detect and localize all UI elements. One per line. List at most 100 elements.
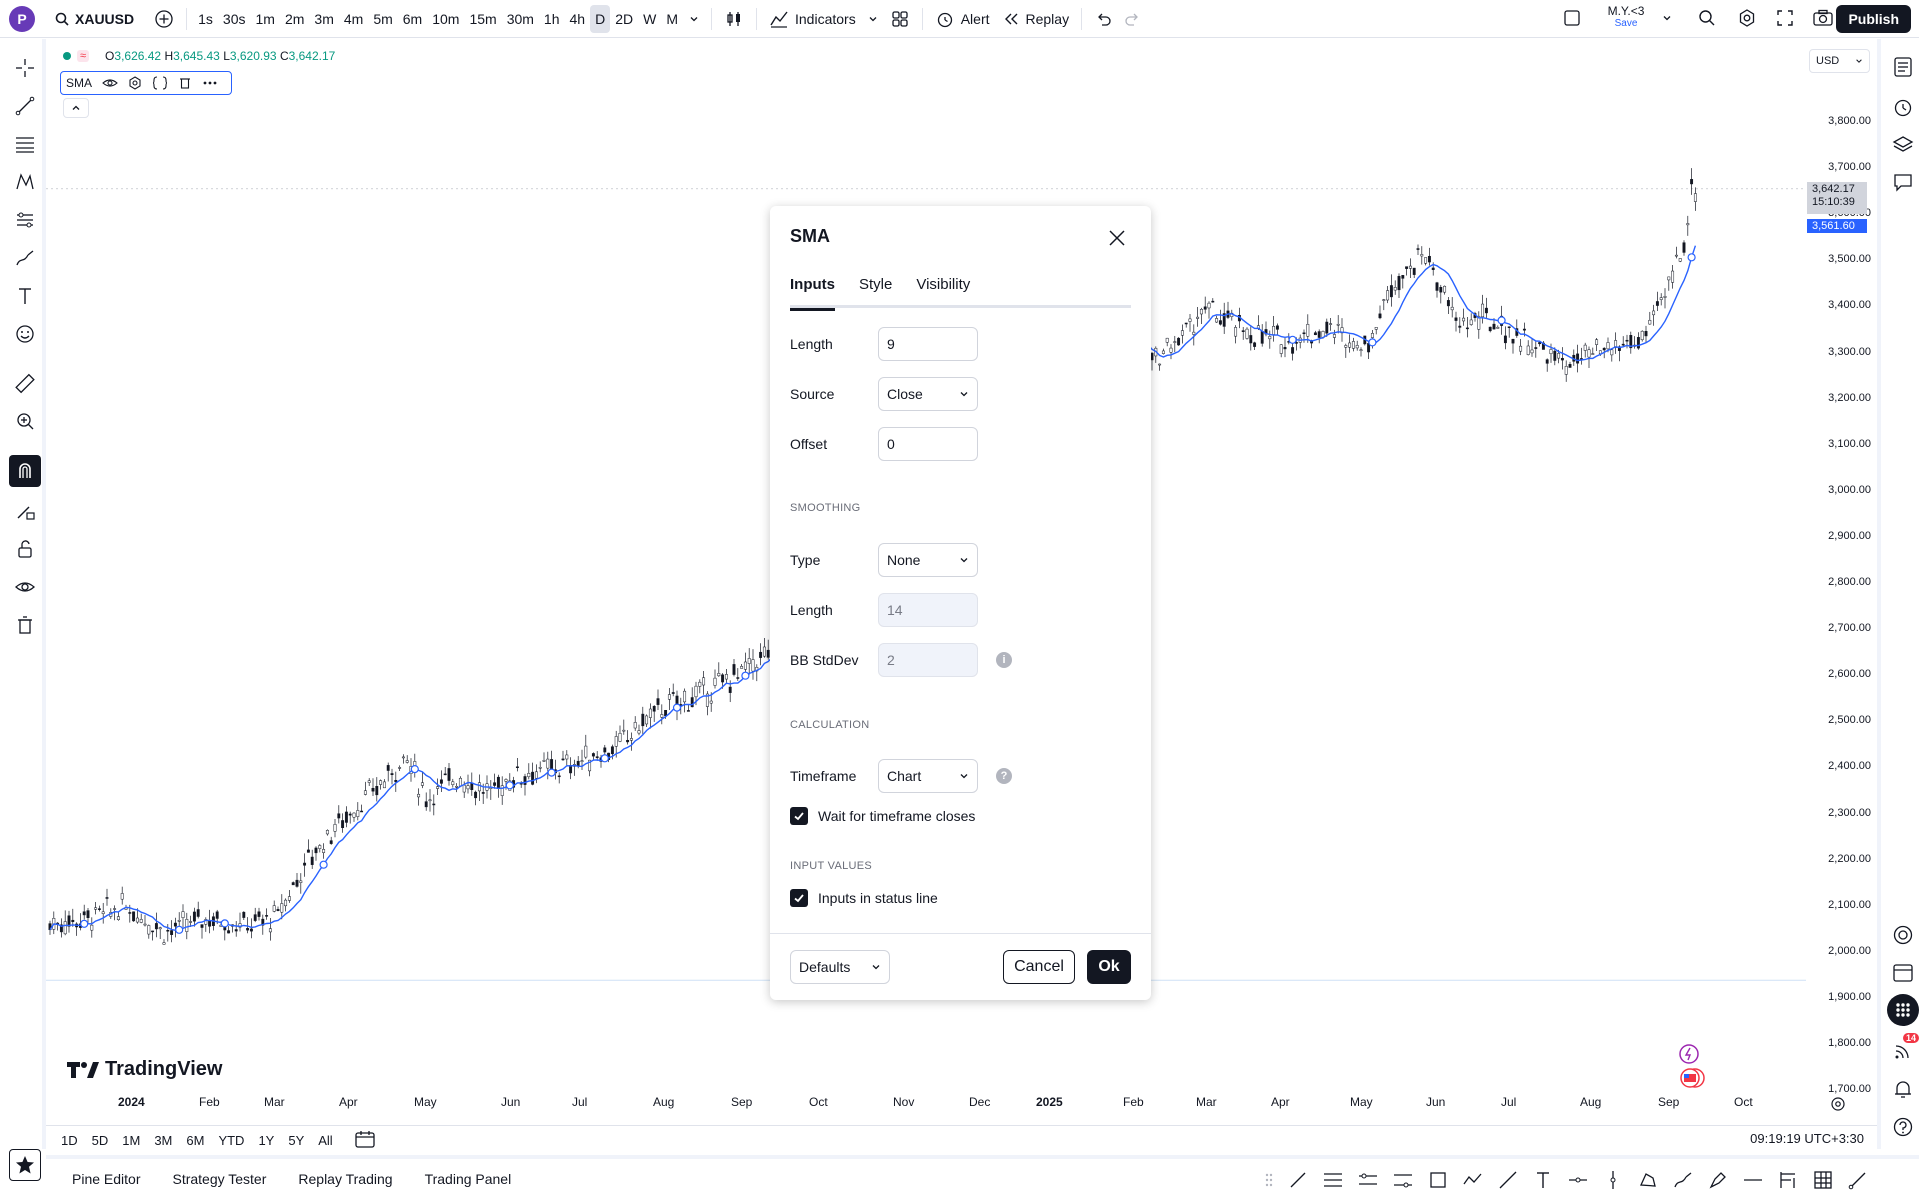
lock-drawings[interactable] bbox=[9, 533, 41, 565]
range-1m[interactable]: 1M bbox=[115, 1133, 147, 1148]
goto-date-button[interactable] bbox=[354, 1129, 376, 1152]
time-axis[interactable]: 2024 Feb Mar Apr May Jun Jul Aug Sep Oct Nov Dec 202… bbox=[46, 1095, 1806, 1115]
interval-6m[interactable]: 6m bbox=[398, 5, 427, 33]
indicators-button[interactable]: Indicators bbox=[763, 5, 862, 33]
ray-icon[interactable] bbox=[1497, 1169, 1519, 1191]
sma-handle[interactable] bbox=[741, 671, 750, 680]
info-icon[interactable]: i bbox=[996, 652, 1012, 668]
trend-line-icon[interactable] bbox=[1287, 1169, 1309, 1191]
object-tree-button[interactable] bbox=[1887, 129, 1919, 161]
sma-handle[interactable] bbox=[220, 919, 229, 928]
drag-handle-icon[interactable] bbox=[1264, 1171, 1274, 1189]
apps-button[interactable] bbox=[1887, 994, 1919, 1026]
length-input[interactable]: 9 bbox=[878, 327, 978, 361]
horizontal-ray-icon[interactable] bbox=[1567, 1169, 1589, 1191]
range-1d[interactable]: 1D bbox=[54, 1133, 85, 1148]
sma-handle[interactable] bbox=[505, 781, 514, 790]
trash-icon[interactable] bbox=[178, 76, 192, 90]
tab-style[interactable]: Style bbox=[859, 272, 892, 308]
fullscreen-button[interactable] bbox=[1775, 8, 1795, 31]
sma-handle[interactable] bbox=[1497, 316, 1506, 325]
trend-line-tool[interactable] bbox=[9, 90, 41, 122]
layout-name-button[interactable]: M.Y.<3 Save bbox=[1598, 4, 1654, 29]
layout-checkbox[interactable] bbox=[1562, 8, 1582, 31]
watchlist-button[interactable] bbox=[1887, 51, 1919, 83]
snapshot-button[interactable] bbox=[1812, 8, 1834, 31]
sma-handle[interactable] bbox=[600, 754, 609, 763]
cancel-button[interactable]: Cancel bbox=[1003, 950, 1075, 984]
interval-2d[interactable]: 2D bbox=[610, 5, 638, 33]
sma-handle[interactable] bbox=[175, 925, 184, 934]
fib-tool[interactable] bbox=[9, 128, 41, 160]
checkbox-checked[interactable] bbox=[790, 807, 808, 825]
alerts-button[interactable] bbox=[1887, 91, 1919, 123]
tradingview-logo[interactable]: TradingView bbox=[67, 1058, 222, 1081]
chart-type-button[interactable] bbox=[718, 5, 750, 33]
brush-tool[interactable] bbox=[9, 242, 41, 274]
path-icon[interactable] bbox=[1462, 1169, 1484, 1191]
sma-handle[interactable] bbox=[80, 919, 89, 928]
user-avatar[interactable]: P bbox=[9, 5, 35, 32]
lock-drawing-mode[interactable] bbox=[9, 495, 41, 527]
interval-2m[interactable]: 2m bbox=[280, 5, 309, 33]
table-icon[interactable] bbox=[1812, 1169, 1834, 1191]
sma-handle[interactable] bbox=[319, 860, 328, 869]
wait-timeframe-checkbox[interactable]: Wait for timeframe closes bbox=[790, 807, 975, 825]
magnet-tool[interactable] bbox=[9, 455, 41, 487]
range-5d[interactable]: 5D bbox=[85, 1133, 116, 1148]
tab-inputs[interactable]: Inputs bbox=[790, 272, 835, 311]
collapse-legend-button[interactable] bbox=[63, 98, 89, 118]
ok-button[interactable]: Ok bbox=[1087, 950, 1131, 984]
parallel-channel-icon[interactable] bbox=[1357, 1169, 1379, 1191]
publish-button[interactable]: Publish bbox=[1836, 5, 1911, 33]
interval-1s[interactable]: 1s bbox=[193, 5, 218, 33]
undo-button[interactable] bbox=[1088, 5, 1118, 33]
range-5y[interactable]: 5Y bbox=[281, 1133, 311, 1148]
range-6m[interactable]: 6M bbox=[179, 1133, 211, 1148]
interval-4m[interactable]: 4m bbox=[339, 5, 368, 33]
checkbox-checked[interactable] bbox=[790, 889, 808, 907]
indicators-dropdown[interactable] bbox=[862, 5, 884, 33]
source-select[interactable]: Close bbox=[878, 377, 978, 411]
symbol-search[interactable]: XAUUSD bbox=[55, 11, 134, 27]
inputs-status-line-checkbox[interactable]: Inputs in status line bbox=[790, 889, 938, 907]
ideas-button[interactable] bbox=[1887, 919, 1919, 951]
alert-button[interactable]: Alert bbox=[929, 5, 996, 33]
sma-handle[interactable] bbox=[410, 764, 419, 774]
settings-button[interactable] bbox=[1737, 8, 1757, 31]
timeframe-select[interactable]: Chart bbox=[878, 759, 978, 793]
crosshair-tool[interactable] bbox=[9, 52, 41, 84]
interval-dropdown[interactable] bbox=[683, 5, 705, 33]
gear-icon[interactable] bbox=[128, 76, 142, 90]
replay-button[interactable]: Replay bbox=[996, 5, 1076, 33]
interval-w[interactable]: W bbox=[638, 5, 661, 33]
tab-trading-panel[interactable]: Trading Panel bbox=[409, 1171, 528, 1187]
interval-m[interactable]: M bbox=[661, 5, 683, 33]
chats-button[interactable] bbox=[1887, 166, 1919, 198]
sma-handle[interactable] bbox=[1687, 253, 1696, 262]
interval-5m[interactable]: 5m bbox=[368, 5, 397, 33]
sma-handle[interactable] bbox=[1288, 335, 1297, 344]
sma-handle[interactable] bbox=[672, 703, 682, 712]
text-tool[interactable] bbox=[9, 280, 41, 312]
tab-strategy-tester[interactable]: Strategy Tester bbox=[156, 1171, 282, 1187]
defaults-dropdown[interactable]: Defaults bbox=[790, 950, 890, 984]
tab-replay-trading[interactable]: Replay Trading bbox=[282, 1171, 408, 1187]
interval-30m[interactable]: 30m bbox=[502, 5, 539, 33]
tab-visibility[interactable]: Visibility bbox=[916, 272, 970, 308]
horizontal-line-icon[interactable] bbox=[1742, 1169, 1764, 1191]
pattern-icon[interactable] bbox=[1637, 1169, 1659, 1191]
help-button[interactable] bbox=[1887, 1111, 1919, 1143]
range-1y[interactable]: 1Y bbox=[251, 1133, 281, 1148]
timezone-clock[interactable]: 09:19:19 UTC+3:30 bbox=[1750, 1131, 1864, 1146]
close-button[interactable] bbox=[1105, 226, 1129, 250]
remove-drawings[interactable] bbox=[9, 609, 41, 641]
help-icon[interactable]: ? bbox=[996, 768, 1012, 784]
horizontal-lines-icon[interactable] bbox=[1322, 1169, 1344, 1191]
range-ytd[interactable]: YTD bbox=[211, 1133, 251, 1148]
offset-input[interactable]: 0 bbox=[878, 427, 978, 461]
smoothing-length-input[interactable]: 14 bbox=[878, 593, 978, 627]
emoji-tool[interactable] bbox=[9, 318, 41, 350]
sma-handle[interactable] bbox=[1368, 338, 1377, 347]
redo-button[interactable] bbox=[1118, 5, 1148, 33]
